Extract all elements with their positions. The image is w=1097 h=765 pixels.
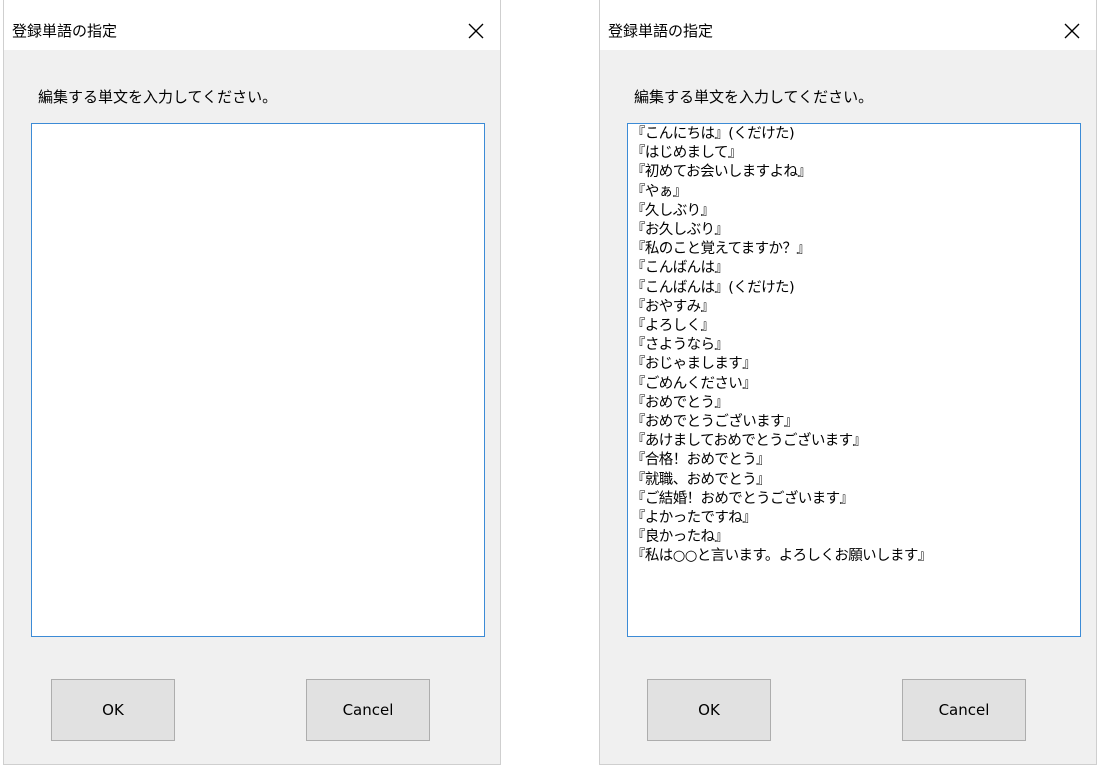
text-input-area[interactable]: 『こんにちは』(くだけた) 『はじめまして』『初めてお会いしますよね』 『やぁ』『久…	[627, 123, 1081, 637]
dialog-empty: 登録単語の指定 編集する単文を入力してください。 OK Cancel	[3, 0, 501, 765]
text-line: 『お久しぶり』	[631, 222, 729, 239]
text-line: 『おやすみ』	[631, 298, 715, 315]
text-line: 『就職、おめでとう』	[631, 471, 771, 488]
title-bar: 登録単語の指定	[4, 0, 500, 50]
text-line: 『よろしく』	[631, 318, 715, 335]
text-lines: 『こんにちは』(くだけた) 『はじめまして』『初めてお会いしますよね』 『やぁ』『久…	[628, 124, 1080, 567]
text-line: 『私のこと覚えてますか？』	[631, 241, 811, 258]
text-line: 『良かったね』	[631, 529, 729, 546]
close-button[interactable]	[458, 14, 494, 48]
dialog-title: 登録単語の指定	[608, 22, 714, 40]
text-line: 『ご結婚！おめでとうございます』	[631, 490, 854, 507]
text-line: 『こんばんは』(くだけた)	[631, 279, 795, 296]
close-icon	[1064, 23, 1080, 39]
ok-button[interactable]: OK	[51, 679, 175, 741]
cancel-button[interactable]: Cancel	[902, 679, 1026, 741]
text-line: 『はじめまして』	[631, 145, 742, 162]
text-line: 『おめでとう』	[631, 394, 729, 411]
prompt-label: 編集する単文を入力してください。	[38, 88, 278, 106]
cancel-button[interactable]: Cancel	[306, 679, 430, 741]
text-line: 『初めてお会いしますよね』	[631, 164, 812, 181]
text-line: 『やぁ』	[631, 183, 687, 200]
text-line: 『こんにちは』(くだけた)	[631, 126, 795, 142]
text-line: 『さようなら』	[631, 337, 729, 354]
close-icon	[468, 23, 484, 39]
ok-button[interactable]: OK	[647, 679, 771, 741]
text-line: 『久しぶり』	[631, 202, 715, 219]
prompt-label: 編集する単文を入力してください。	[634, 88, 874, 106]
text-input-area[interactable]	[31, 123, 485, 637]
text-line: 『おじゃまします』	[631, 356, 757, 373]
text-line: 『あけましておめでとうございます』	[631, 433, 867, 450]
text-lines	[32, 124, 484, 125]
text-line: 『ごめんください』	[631, 375, 757, 392]
dialog-title: 登録単語の指定	[12, 22, 118, 40]
title-bar: 登録単語の指定	[600, 0, 1096, 50]
text-line: 『よかったですね』	[631, 510, 757, 527]
text-line: 『私は○○と言います。よろしくお願いします』	[631, 548, 932, 565]
text-line: 『合格！おめでとう』	[631, 452, 771, 469]
text-line: 『こんばんは』	[631, 260, 729, 277]
close-button[interactable]	[1054, 14, 1090, 48]
dialog-filled: 登録単語の指定 編集する単文を入力してください。 『こんにちは』(くだけた) 『は…	[599, 0, 1097, 765]
text-line: 『おめでとうございます』	[631, 414, 798, 431]
